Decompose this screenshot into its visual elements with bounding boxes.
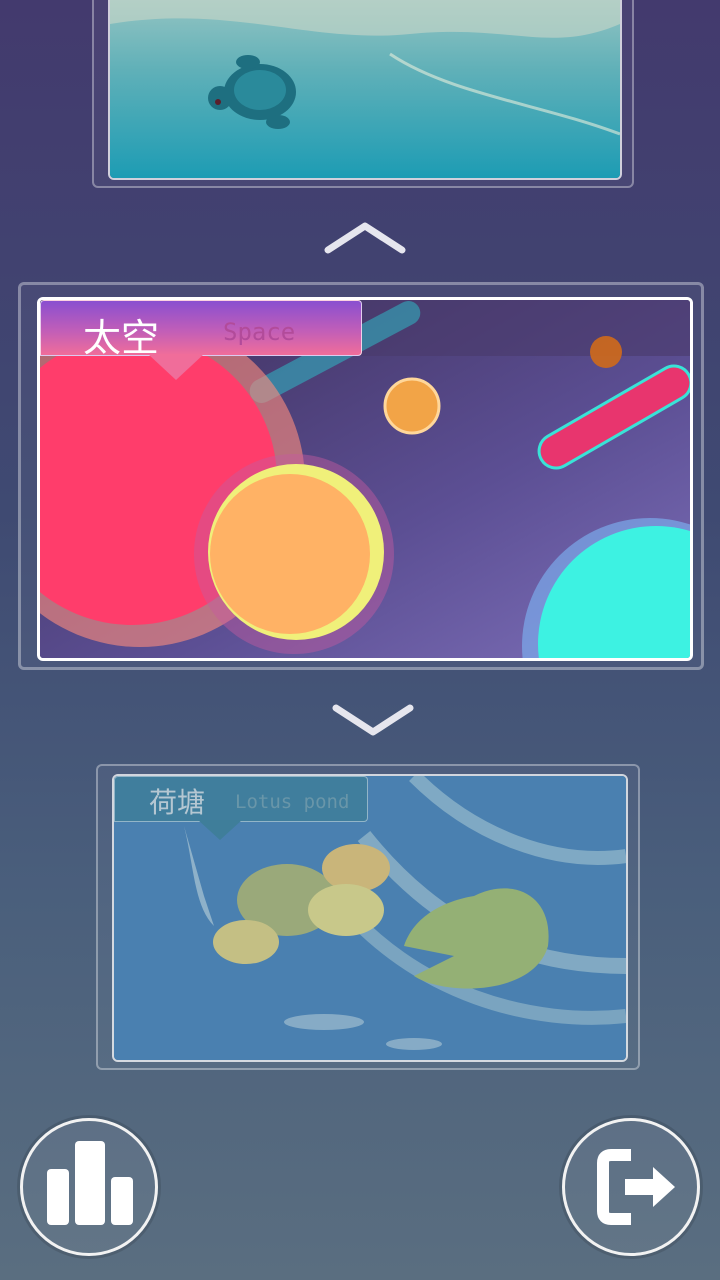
lotus-pond-scene-image: 荷塘 Lotus pond [112,774,628,1062]
level-card-next[interactable]: 荷塘 Lotus pond [96,764,640,1070]
exit-button[interactable] [562,1118,700,1256]
ocean-scene-image [108,0,622,180]
level-name-tab-next: 荷塘 Lotus pond [114,776,368,822]
leaderboard-button[interactable] [20,1118,158,1256]
level-name-cn-next: 荷塘 [149,786,206,819]
tab-pointer-next [198,820,242,840]
level-card-current[interactable]: 太空 Space [18,282,704,670]
space-scene-image: 太空 Space [37,297,693,661]
level-name-en: Space [223,318,296,346]
tab-pointer [148,354,204,380]
chevron-down-icon[interactable] [330,700,416,740]
level-name-tab: 太空 Space [40,300,362,360]
chevron-up-icon[interactable] [322,218,408,258]
level-name-en-next: Lotus pond [235,791,350,813]
bar-chart-icon [47,1141,133,1225]
exit-icon [597,1149,675,1225]
level-card-previous[interactable] [92,0,634,188]
